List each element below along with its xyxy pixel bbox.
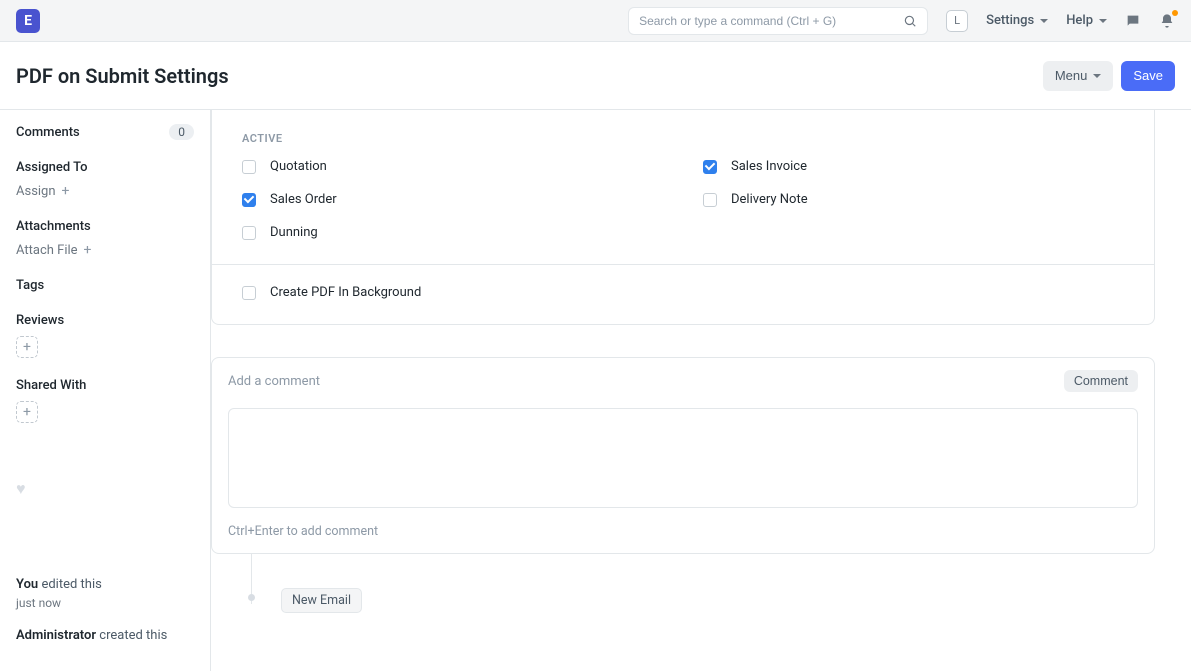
timeline-dot	[248, 594, 255, 601]
assigned-to-title: Assigned To	[16, 160, 194, 175]
user-avatar-small[interactable]: L	[946, 10, 968, 32]
notification-dot	[1172, 10, 1178, 16]
comment-hint: Ctrl+Enter to add comment	[212, 518, 1154, 553]
add-review-button[interactable]: +	[16, 336, 38, 358]
shared-with-title: Shared With	[16, 378, 194, 393]
new-email-button[interactable]: New Email	[281, 588, 362, 613]
comments-label: Comments	[16, 125, 80, 140]
global-search[interactable]	[628, 7, 928, 35]
checkbox-sales-invoice[interactable]: Sales Invoice	[703, 159, 1124, 174]
timeline: New Email	[251, 574, 1171, 613]
avatar-letter: L	[954, 14, 960, 27]
comment-submit-button[interactable]: Comment	[1064, 370, 1138, 392]
sidebar-comments-row[interactable]: Comments 0	[16, 124, 194, 140]
caret-down-icon	[1040, 19, 1048, 23]
activity-entry: Administrator created this	[16, 627, 194, 645]
checkbox-icon[interactable]	[703, 160, 717, 174]
plus-icon: +	[84, 242, 92, 258]
settings-menu[interactable]: Settings	[986, 13, 1048, 28]
help-label: Help	[1066, 13, 1093, 28]
app-logo[interactable]: E	[16, 9, 40, 33]
assign-action[interactable]: Assign +	[16, 183, 70, 199]
help-menu[interactable]: Help	[1066, 13, 1107, 28]
like-icon[interactable]: ♥	[16, 479, 194, 499]
logo-letter: E	[24, 13, 32, 29]
save-button[interactable]: Save	[1121, 61, 1175, 91]
caret-down-icon	[1093, 74, 1101, 78]
checkbox-icon[interactable]	[242, 226, 256, 240]
checkbox-icon[interactable]	[703, 193, 717, 207]
activity-entry: You edited this just now	[16, 576, 194, 612]
plus-icon: +	[62, 183, 70, 199]
activity-log: You edited this just now Administrator c…	[16, 576, 194, 659]
reviews-title: Reviews	[16, 313, 194, 328]
form-main: ACTIVE Quotation Sales Invoice Sales Ord…	[211, 110, 1191, 671]
checkbox-dunning[interactable]: Dunning	[242, 225, 663, 240]
attach-file-action[interactable]: Attach File +	[16, 242, 92, 258]
comment-textarea[interactable]	[228, 408, 1138, 508]
form-sidebar: Comments 0 Assigned To Assign + Attachme…	[0, 110, 211, 671]
page-header: PDF on Submit Settings Menu Save	[0, 42, 1191, 110]
comment-card: Add a comment Comment Ctrl+Enter to add …	[211, 357, 1155, 554]
navbar: E L Settings Help	[0, 0, 1191, 42]
page-title: PDF on Submit Settings	[16, 64, 229, 88]
checkbox-icon[interactable]	[242, 160, 256, 174]
menu-button[interactable]: Menu	[1043, 61, 1114, 91]
chat-icon[interactable]	[1125, 13, 1141, 29]
checkbox-create-pdf-bg[interactable]: Create PDF In Background	[242, 285, 1124, 300]
checkbox-icon[interactable]	[242, 193, 256, 207]
add-share-button[interactable]: +	[16, 401, 38, 423]
bell-icon[interactable]	[1159, 13, 1175, 29]
tags-title: Tags	[16, 278, 194, 293]
search-icon	[903, 14, 917, 28]
checkbox-quotation[interactable]: Quotation	[242, 159, 663, 174]
checkbox-sales-order[interactable]: Sales Order	[242, 192, 663, 207]
form-card: ACTIVE Quotation Sales Invoice Sales Ord…	[211, 110, 1155, 325]
comments-count: 0	[169, 124, 194, 140]
settings-label: Settings	[986, 13, 1034, 28]
attachments-title: Attachments	[16, 219, 194, 234]
caret-down-icon	[1099, 19, 1107, 23]
section-title-active: ACTIVE	[212, 110, 1154, 159]
comment-placeholder-label: Add a comment	[228, 374, 320, 389]
search-input[interactable]	[639, 14, 903, 28]
checkbox-icon[interactable]	[242, 286, 256, 300]
checkbox-delivery-note[interactable]: Delivery Note	[703, 192, 1124, 207]
